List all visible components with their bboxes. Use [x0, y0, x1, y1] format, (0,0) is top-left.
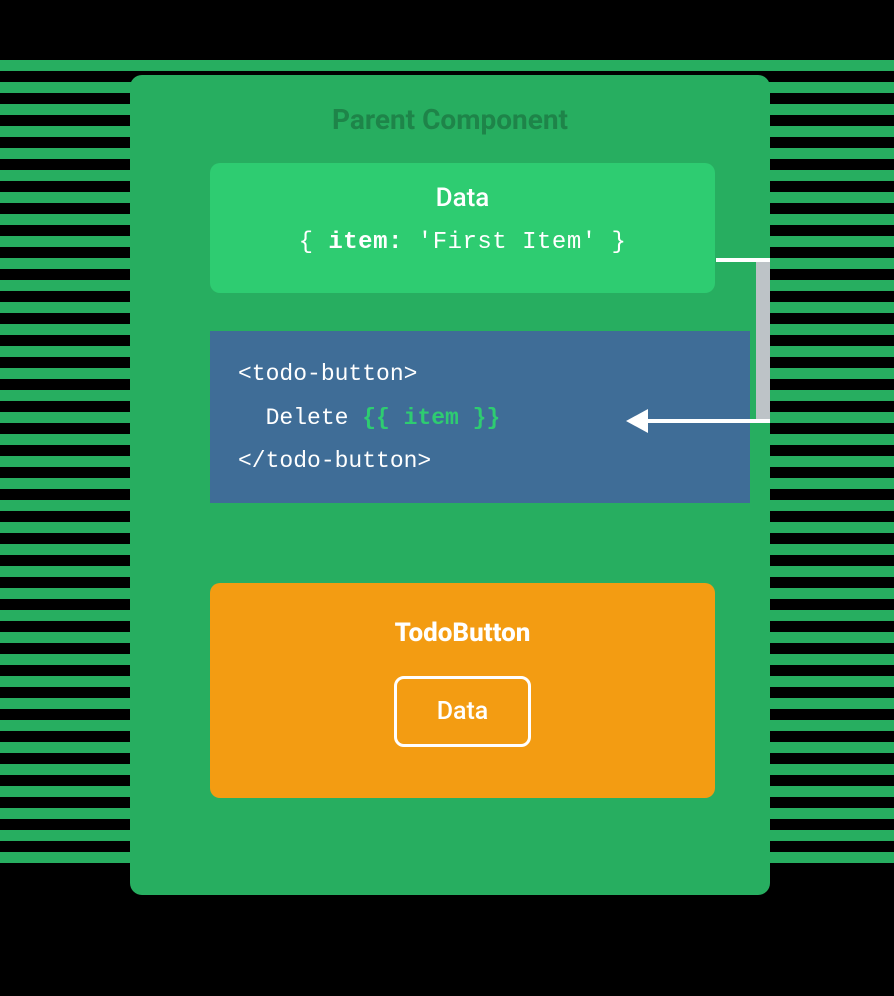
child-component-title: TodoButton [210, 618, 715, 648]
child-data-box: Data [394, 676, 532, 747]
parent-data-label: Data [210, 183, 715, 213]
template-code-panel: <todo-button> Delete {{ item }} </todo-b… [210, 331, 750, 503]
connector-segment-top [716, 258, 756, 262]
parent-data-code: { item: 'First Item' } [210, 229, 715, 256]
data-value: 'First Item' [403, 229, 612, 256]
parent-component-box: Parent Component Data { item: 'First Ite… [130, 75, 770, 895]
code-line-2-expression: {{ item }} [362, 405, 500, 431]
connector-segment-vertical [756, 258, 770, 423]
parent-data-panel: Data { item: 'First Item' } [210, 163, 715, 293]
data-key: item: [328, 229, 403, 256]
arrow-left-icon [626, 409, 648, 433]
child-component-panel: TodoButton Data [210, 583, 715, 798]
brace-open: { [299, 229, 329, 256]
code-line-1: <todo-button> [238, 353, 722, 397]
connector-segment-bottom [644, 419, 770, 423]
code-line-2-prefix: Delete [238, 405, 362, 431]
parent-component-title: Parent Component [130, 103, 770, 136]
brace-close: } [612, 229, 627, 256]
code-line-3: </todo-button> [238, 440, 722, 484]
